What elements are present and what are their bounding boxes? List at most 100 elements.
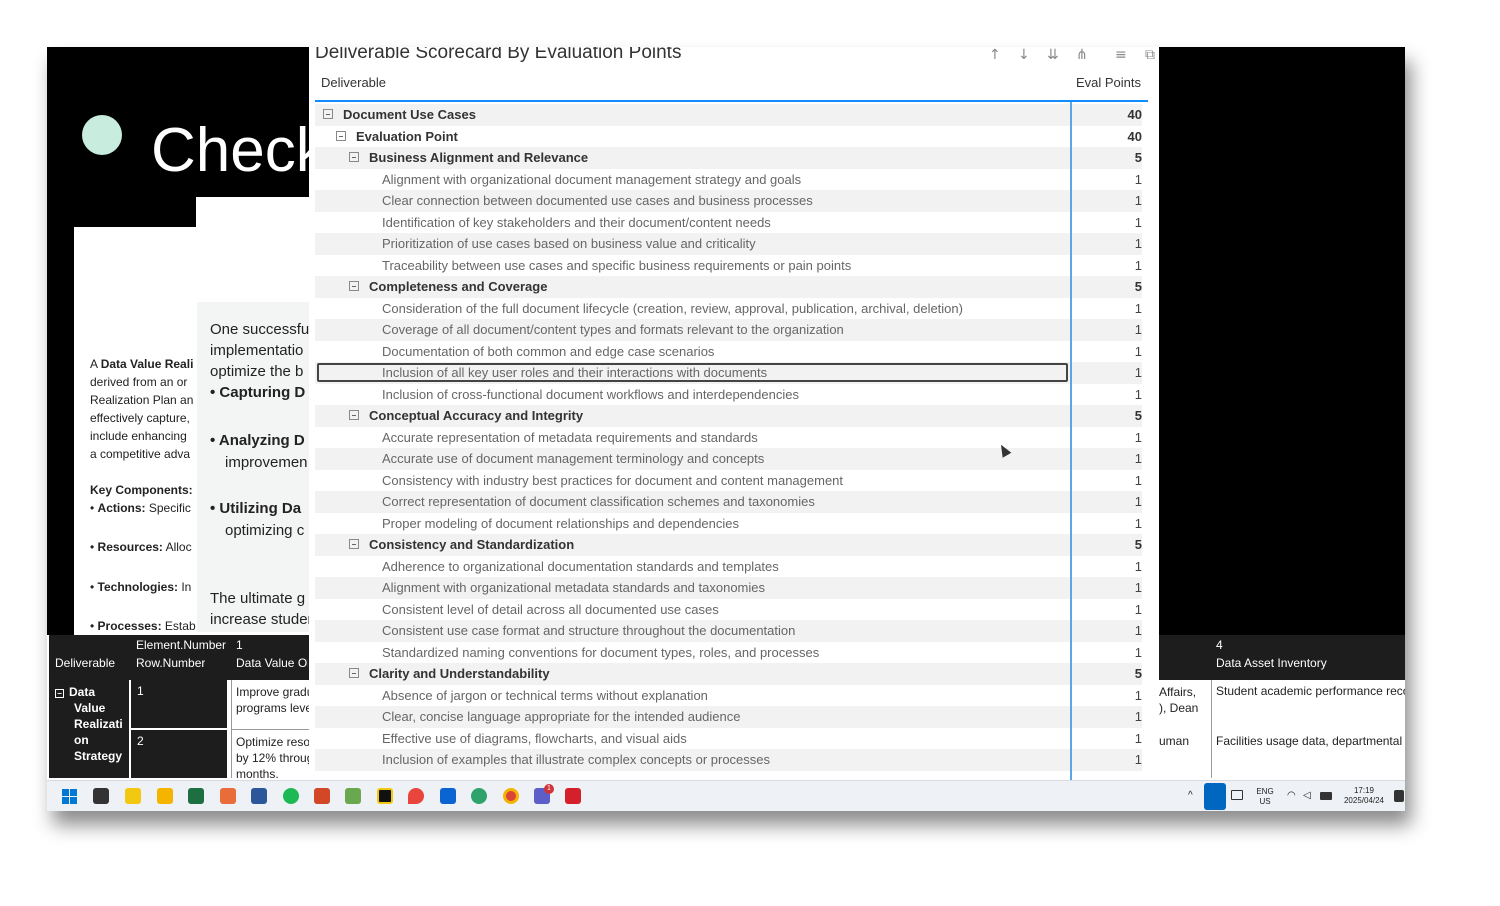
row-eval-points: 1 — [1134, 451, 1142, 466]
chrome-icon[interactable] — [503, 788, 519, 804]
scorecard-row[interactable]: Consistent level of detail across all do… — [315, 599, 1142, 621]
scorecard-row[interactable]: Clear connection between documented use … — [315, 190, 1142, 212]
arrow-up-icon[interactable]: ↑ — [989, 47, 1001, 63]
arrow-down-icon[interactable]: ↓ — [1018, 47, 1030, 63]
row-label: Correct representation of document class… — [382, 494, 815, 509]
powerpoint-icon[interactable] — [314, 788, 330, 804]
expand-icon[interactable]: ⇊ — [1047, 47, 1059, 63]
word-icon[interactable] — [251, 788, 267, 804]
column-header-eval-points[interactable]: Eval Points — [1076, 75, 1141, 90]
collapse-toggle-icon[interactable] — [336, 130, 346, 141]
windows-start-icon[interactable] — [62, 789, 77, 804]
component-item: • Technologies: In — [90, 580, 192, 594]
edge-icon[interactable] — [471, 788, 487, 804]
scorecard-row[interactable]: Inclusion of all key user roles and thei… — [315, 362, 1142, 384]
bt-col4-header: 4 — [1216, 638, 1223, 652]
bt-divider — [1211, 680, 1212, 778]
scorecard-row[interactable]: Adherence to organizational documentatio… — [315, 556, 1142, 578]
slide-left-line: A Data Value Reali — [90, 357, 194, 371]
slide-left-line: a competitive adva — [90, 447, 191, 461]
scorecard-row[interactable]: Consistent use case format and structure… — [315, 620, 1142, 642]
scorecard-row[interactable]: Clear, concise language appropriate for … — [315, 706, 1142, 728]
acrobat-icon[interactable] — [565, 788, 581, 804]
row-label: Inclusion of examples that illustrate co… — [382, 752, 771, 767]
scorecard-row[interactable]: Alignment with organizational document m… — [315, 169, 1142, 191]
bt-row1-number: 1 — [137, 684, 144, 698]
row-eval-points: 1 — [1134, 515, 1142, 531]
spotify-icon[interactable] — [283, 788, 299, 804]
collapse-toggle-icon[interactable] — [323, 109, 333, 119]
scorecard-row[interactable]: Inclusion of cross-functional document w… — [315, 384, 1142, 406]
scorecard-group-row[interactable]: Document Use Cases 40 — [315, 104, 1142, 126]
taskbar: 1 ^ ENG US ◠ ◁ 17:19 2025/04/24 — [47, 780, 1405, 811]
scorecard-row[interactable]: Absence of jargon or technical terms wit… — [315, 685, 1142, 707]
task-view-icon[interactable] — [93, 788, 109, 804]
collapse-toggle-icon[interactable] — [349, 668, 359, 678]
bt-data-asset-inventory-header: Data Asset Inventory — [1216, 656, 1327, 670]
volume-icon[interactable]: ◁ — [1303, 791, 1311, 801]
notification-center-icon[interactable] — [1394, 790, 1404, 802]
scorecard-row[interactable]: Accurate use of document management term… — [315, 448, 1142, 470]
scorecard-row[interactable]: Standardized naming conventions for docu… — [315, 642, 1142, 664]
maps-icon[interactable] — [408, 788, 424, 804]
notepad-icon[interactable] — [345, 788, 361, 804]
drill-icon[interactable]: ⋔ — [1076, 47, 1088, 63]
scorecard-row[interactable]: Traceability between use cases and speci… — [315, 255, 1142, 277]
bt-rownum-cell — [131, 730, 227, 778]
focus-icon[interactable]: ⧉ — [1145, 47, 1155, 63]
scorecard-row[interactable]: Effective use of diagrams, flowcharts, a… — [315, 728, 1142, 750]
filter-icon[interactable]: ≡ — [1115, 47, 1127, 63]
row-eval-points: 1 — [1134, 386, 1142, 402]
slide-left-line: effectively capture, — [90, 411, 190, 425]
battery-icon[interactable] — [1320, 792, 1332, 800]
chevron-up-icon[interactable]: ^ — [1188, 791, 1193, 801]
slide-closing: The ultimate g increase studer — [210, 588, 310, 630]
collapse-toggle-icon[interactable] — [349, 410, 359, 420]
row-label: Consideration of the full document lifec… — [382, 300, 963, 316]
scorecard-row[interactable]: Proper modeling of document relationship… — [315, 513, 1142, 535]
display-icon[interactable] — [1231, 790, 1243, 800]
file-explorer-icon[interactable] — [157, 788, 173, 804]
bt-deliverable-name[interactable]: − Data Value Realizati on Strategy — [55, 684, 123, 764]
scorecard-row[interactable]: Alignment with organizational metadata s… — [315, 577, 1142, 599]
slide-para-line: implementatio — [210, 342, 304, 359]
column-header-deliverable[interactable]: Deliverable — [321, 75, 386, 90]
slide-title: Check — [151, 116, 327, 185]
microphone-icon[interactable] — [1204, 783, 1226, 810]
scorecard-title: Deliverable Scorecard By Evaluation Poin… — [315, 47, 682, 63]
scorecard-group-row[interactable]: Completeness and Coverage 5 — [315, 276, 1142, 298]
input-language[interactable]: ENG US — [1255, 787, 1275, 807]
scorecard-row[interactable]: Identification of key stakeholders and t… — [315, 212, 1142, 234]
scorecard-group-row[interactable]: Clarity and Understandability 5 — [315, 663, 1142, 685]
scorecard-group-row[interactable]: Evaluation Point 40 — [315, 126, 1142, 148]
expand-toggle-icon[interactable]: − — [55, 689, 64, 698]
slide-notch — [74, 197, 196, 227]
row-eval-points: 1 — [1134, 300, 1142, 316]
row-eval-points: 5 — [1134, 150, 1142, 165]
scorecard-row[interactable]: Accurate representation of metadata requ… — [315, 427, 1142, 449]
scorecard-row[interactable]: Consideration of the full document lifec… — [315, 298, 1142, 320]
collapse-toggle-icon[interactable] — [349, 539, 359, 549]
scorecard-row[interactable]: Consistency with industry best practices… — [315, 470, 1142, 492]
scorecard-group-row[interactable]: Consistency and Standardization 5 — [315, 534, 1142, 556]
excel-icon[interactable] — [188, 788, 204, 804]
collapse-toggle-icon[interactable] — [349, 281, 359, 291]
scorecard-row[interactable]: Documentation of both common and edge ca… — [315, 341, 1142, 363]
teams-notification-badge: 1 — [544, 784, 554, 794]
power-bi-icon[interactable] — [125, 788, 141, 804]
clock[interactable]: 17:19 2025/04/24 — [1340, 786, 1388, 806]
row-label: Identification of key stakeholders and t… — [382, 214, 771, 230]
scorecard-row[interactable]: Inclusion of examples that illustrate co… — [315, 749, 1142, 771]
scorecard-row[interactable]: Correct representation of document class… — [315, 491, 1142, 513]
scorecard-row[interactable]: Coverage of all document/content types a… — [315, 319, 1142, 341]
collapse-toggle-icon[interactable] — [349, 152, 359, 162]
slide-closing-line: increase studer — [210, 611, 310, 628]
scorecard-row[interactable]: Prioritization of use cases based on bus… — [315, 233, 1142, 255]
paint-icon[interactable] — [220, 788, 236, 804]
wifi-icon[interactable]: ◠ — [1287, 791, 1296, 801]
scorecard-group-row[interactable]: Business Alignment and Relevance 5 — [315, 147, 1142, 169]
scorecard-group-row[interactable]: Conceptual Accuracy and Integrity 5 — [315, 405, 1142, 427]
app-icon[interactable] — [377, 788, 393, 804]
row-eval-points: 1 — [1134, 365, 1142, 380]
outlook-icon[interactable] — [440, 788, 456, 804]
